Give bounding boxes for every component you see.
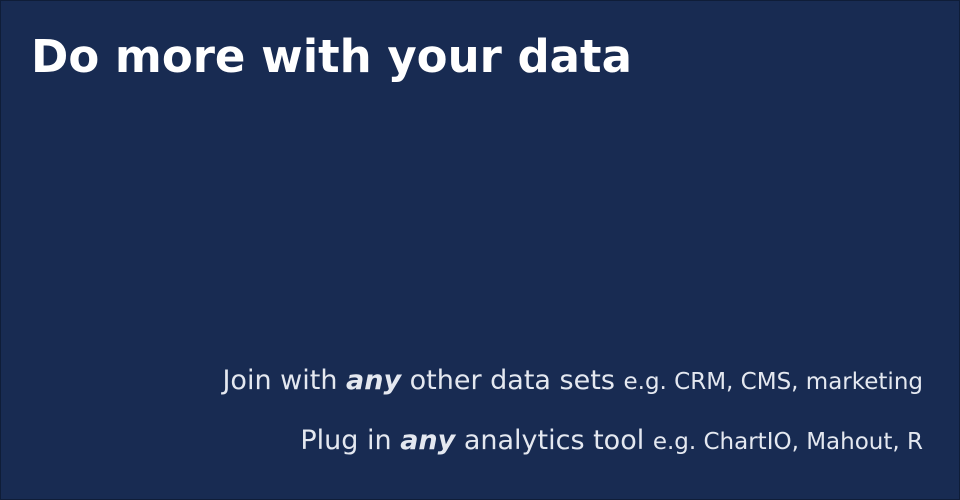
- line-text: analytics tool: [455, 425, 653, 456]
- line-emphasis: any: [400, 425, 456, 456]
- line-text: Join with: [222, 365, 347, 396]
- line-text: other data sets: [401, 365, 624, 396]
- body-line-join: Join with any other data sets e.g. CRM, …: [222, 357, 923, 405]
- line-emphasis: any: [346, 365, 402, 396]
- line-example: e.g. CRM, CMS, marketing: [623, 369, 923, 395]
- slide-title: Do more with your data: [31, 30, 632, 83]
- line-text: Plug in: [300, 425, 401, 456]
- slide: Do more with your data Join with any oth…: [0, 0, 960, 500]
- line-example: e.g. ChartIO, Mahout, R: [652, 429, 923, 455]
- slide-body: Join with any other data sets e.g. CRM, …: [222, 357, 923, 477]
- body-line-plug: Plug in any analytics tool e.g. ChartIO,…: [222, 417, 923, 465]
